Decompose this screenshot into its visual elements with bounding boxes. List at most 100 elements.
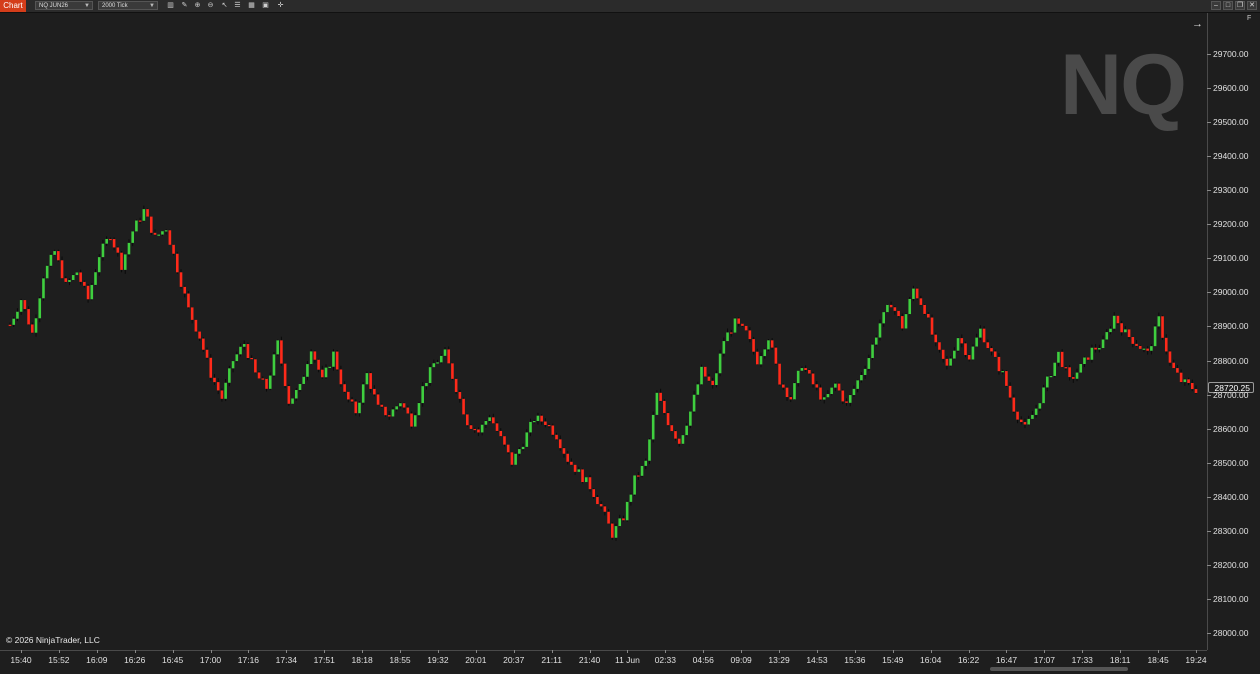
- candle-down: [1179, 372, 1183, 383]
- candle-down: [406, 407, 410, 414]
- price-axis[interactable]: [1207, 13, 1260, 650]
- candle-down: [473, 428, 477, 431]
- template-icon[interactable]: ▦: [247, 1, 256, 10]
- candle-up: [979, 328, 982, 338]
- candle-down: [1127, 329, 1131, 338]
- y-tick-label: 29300.00: [1213, 185, 1249, 196]
- candle-down: [544, 421, 547, 425]
- close-button[interactable]: ✕: [1247, 1, 1257, 10]
- pencil-icon[interactable]: ✎: [180, 1, 189, 10]
- candle-up: [648, 439, 651, 461]
- candle-down: [1060, 351, 1064, 368]
- x-tick-mark: [779, 650, 781, 653]
- candle-up: [239, 346, 242, 355]
- candle-up: [417, 403, 421, 416]
- y-tick-label: 28800.00: [1213, 355, 1249, 366]
- x-tick-label: 13:29: [768, 655, 790, 665]
- candle-down: [938, 342, 941, 350]
- candle-up: [525, 432, 529, 447]
- y-tick-label: 29700.00: [1213, 49, 1249, 59]
- candle-up: [912, 288, 915, 299]
- candle-down: [558, 439, 562, 449]
- candle-down: [8, 324, 12, 326]
- instrument-selector[interactable]: NQ JUN26 ▼: [35, 1, 93, 10]
- candle-down: [815, 384, 819, 388]
- candle-up: [726, 332, 729, 342]
- candle-down: [283, 363, 287, 387]
- candle-up: [12, 318, 16, 325]
- candle-up: [413, 415, 417, 427]
- candle-down: [1164, 337, 1168, 352]
- candle-up: [361, 384, 365, 403]
- candle-down: [741, 323, 744, 326]
- interval-selector[interactable]: 2000 Tick ▼: [98, 1, 158, 10]
- candle-down: [547, 424, 551, 427]
- minimize-button[interactable]: –: [1211, 1, 1221, 10]
- x-tick-mark: [930, 650, 932, 653]
- candle-up: [19, 300, 23, 312]
- candle-up: [235, 354, 239, 362]
- y-tick-mark: [1207, 224, 1211, 226]
- restore-button[interactable]: ❐: [1235, 1, 1245, 10]
- y-tick-mark: [1207, 633, 1211, 634]
- candle-down: [280, 340, 283, 364]
- candle-down: [737, 318, 741, 324]
- candle-up: [71, 275, 75, 281]
- candle-up: [328, 366, 332, 368]
- candle-up: [49, 254, 53, 266]
- chart-tab[interactable]: Chart: [0, 0, 26, 12]
- candle-up: [1038, 403, 1042, 409]
- x-tick-label: 18:11: [1109, 655, 1131, 665]
- candle-up: [700, 366, 703, 385]
- properties-icon[interactable]: ☰: [233, 1, 242, 10]
- fixed-scale-icon[interactable]: F: [1247, 15, 1251, 22]
- candle-up: [101, 243, 105, 258]
- y-tick-label: 28100.00: [1213, 593, 1249, 604]
- zoom-out-icon[interactable]: ⊖: [206, 1, 215, 10]
- candle-down: [752, 339, 755, 352]
- x-tick-label: 17:16: [237, 655, 260, 665]
- candle-down: [313, 351, 317, 360]
- candle-down: [670, 425, 674, 432]
- cursor-icon[interactable]: ↖: [220, 1, 229, 10]
- candle-up: [1124, 329, 1127, 333]
- maximize-button[interactable]: □: [1223, 1, 1233, 10]
- zoom-in-icon[interactable]: ⊕: [193, 1, 202, 10]
- candle-up: [718, 353, 722, 374]
- candle-up: [1109, 328, 1112, 333]
- horizontal-scrollbar[interactable]: [990, 667, 1128, 671]
- candle-down: [347, 391, 350, 400]
- candle-up: [908, 298, 912, 315]
- candle-down: [663, 400, 666, 414]
- candle-up: [886, 304, 889, 313]
- candle-up: [1034, 408, 1038, 415]
- candle-up: [1142, 348, 1146, 350]
- candle-up: [161, 231, 164, 235]
- x-tick-mark: [892, 650, 894, 653]
- candle-up: [306, 364, 309, 377]
- x-tick-mark: [286, 650, 288, 653]
- crosshair-icon[interactable]: ✛: [276, 1, 285, 10]
- x-tick-label: 15:49: [882, 655, 904, 665]
- instrument-icon[interactable]: ▣: [261, 1, 270, 10]
- candle-up: [856, 380, 859, 389]
- candle-down: [562, 448, 566, 454]
- candle-up: [759, 356, 763, 365]
- bars-icon[interactable]: ▥: [166, 1, 175, 10]
- candle-up: [830, 387, 833, 395]
- candle-down: [986, 342, 990, 349]
- candle-up: [971, 346, 975, 360]
- x-tick-label: 20:01: [465, 655, 487, 665]
- candle-up: [975, 337, 978, 347]
- candle-down: [492, 417, 495, 424]
- candle-up: [1083, 357, 1086, 365]
- candle-down: [198, 331, 201, 339]
- candle-up: [38, 298, 42, 319]
- candle-up: [94, 272, 97, 285]
- x-tick-label: 21:11: [541, 655, 562, 665]
- candle-down: [990, 348, 993, 352]
- candle-down: [819, 387, 822, 400]
- candle-up: [164, 230, 168, 232]
- candle-down: [1016, 411, 1019, 420]
- candle-down: [469, 425, 473, 429]
